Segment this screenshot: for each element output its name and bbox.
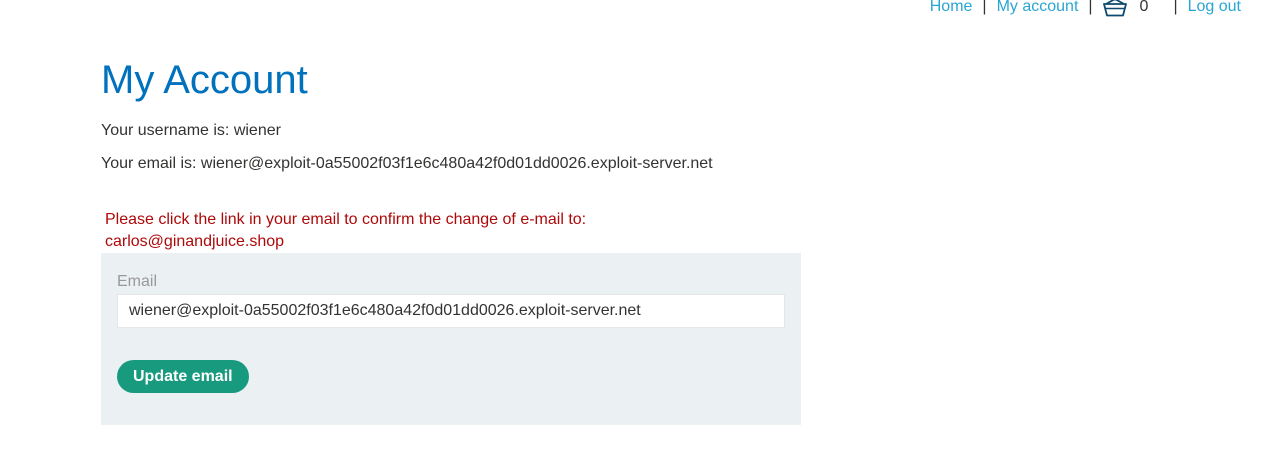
nav-log-out-link[interactable]: Log out — [1188, 0, 1241, 17]
update-email-button[interactable]: Update email — [117, 360, 249, 393]
change-email-form: Email Update email — [101, 253, 801, 425]
nav-separator: | — [1173, 0, 1178, 15]
email-change-notice: Please click the link in your email to c… — [105, 209, 705, 253]
notice-line: Please click the link in your email to c… — [105, 211, 587, 228]
nav-my-account-link[interactable]: My account — [997, 0, 1079, 17]
basket-icon — [1102, 0, 1127, 16]
cart-count: 0 — [1139, 0, 1149, 15]
email-field-label: Email — [117, 273, 158, 290]
email-text: Your email is: wiener@exploit-0a55002f03… — [101, 155, 713, 172]
nav-home-link[interactable]: Home — [930, 0, 973, 17]
email-input[interactable] — [117, 294, 785, 328]
username-text: Your username is: wiener — [101, 122, 281, 139]
nav-separator: | — [1088, 0, 1093, 15]
notice-new-email: carlos@ginandjuice.shop — [105, 233, 285, 250]
cart-link[interactable]: 0 — [1102, 0, 1164, 17]
page-title: My Account — [101, 58, 308, 102]
nav-separator: | — [982, 0, 987, 15]
top-navigation: Home | My account | 0 | Log out — [930, 0, 1241, 17]
